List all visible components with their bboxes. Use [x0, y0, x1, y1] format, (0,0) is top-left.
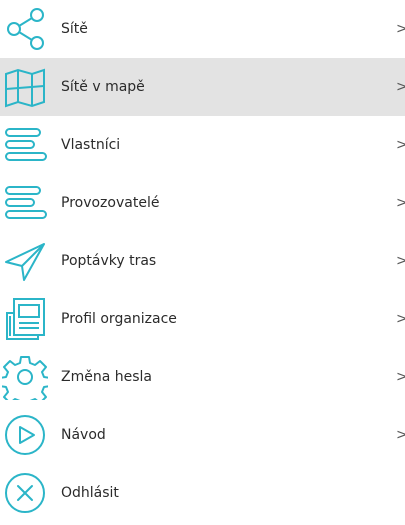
menu-item-provozovatele[interactable]: Provozovatelé > [0, 174, 405, 232]
menu-item-site[interactable]: Sítě > [0, 0, 405, 58]
close-circle-icon [2, 470, 48, 516]
play-circle-icon [2, 412, 48, 458]
menu-item-odhlasit[interactable]: Odhlásit [0, 464, 405, 522]
paper-plane-icon [2, 238, 48, 284]
side-menu: Sítě > Sítě v mapě > Vlastníci > Provozo… [0, 0, 405, 525]
menu-item-poptavky-tras[interactable]: Poptávky tras > [0, 232, 405, 290]
lines-icon [2, 122, 48, 168]
gear-icon [2, 354, 48, 400]
menu-item-label: Návod [61, 427, 106, 443]
menu-item-profil-organizace[interactable]: Profil organizace > [0, 290, 405, 348]
menu-item-label: Poptávky tras [61, 253, 157, 269]
menu-item-label: Vlastníci [61, 137, 121, 153]
map-icon [2, 64, 48, 110]
menu-item-label: Provozovatelé [61, 195, 160, 211]
menu-item-label: Profil organizace [61, 311, 177, 327]
menu-item-navod[interactable]: Návod > [0, 406, 405, 464]
chevron-right-icon: > [396, 21, 405, 37]
chevron-right-icon: > [396, 311, 405, 327]
menu-item-label: Změna hesla [61, 369, 152, 385]
chevron-right-icon: > [396, 79, 405, 95]
share-icon [2, 6, 48, 52]
chevron-right-icon: > [396, 253, 405, 269]
lines-icon [2, 180, 48, 226]
chevron-right-icon: > [396, 427, 405, 443]
chevron-right-icon: > [396, 137, 405, 153]
menu-item-label: Sítě v mapě [61, 79, 145, 95]
menu-item-label: Sítě [61, 21, 88, 37]
document-icon [2, 296, 48, 342]
menu-item-label: Odhlásit [61, 485, 119, 501]
chevron-right-icon: > [396, 369, 405, 385]
menu-item-zmena-hesla[interactable]: Změna hesla > [0, 348, 405, 406]
menu-item-site-v-mape[interactable]: Sítě v mapě > [0, 58, 405, 116]
chevron-right-icon: > [396, 195, 405, 211]
menu-item-vlastnici[interactable]: Vlastníci > [0, 116, 405, 174]
